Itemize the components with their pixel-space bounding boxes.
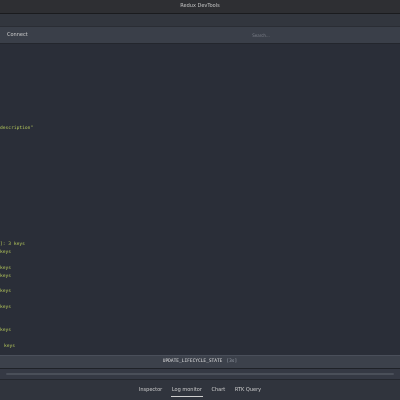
toolbar: Connect	[0, 27, 400, 44]
connect-button[interactable]: Connect	[4, 30, 31, 40]
tab-rtk-query[interactable]: RTK Query	[234, 380, 262, 400]
slider-track[interactable]	[6, 373, 394, 375]
tab-inspector[interactable]: Inspector	[138, 380, 163, 400]
top-strip	[0, 14, 400, 27]
code-line: ]: 3 keys	[0, 242, 25, 247]
code-line: keys	[0, 289, 12, 294]
window-titlebar: Redux DevTools	[0, 0, 400, 14]
action-name: UPDATE_LIFECYCLE_STATE	[162, 359, 223, 364]
code-line: keys	[4, 344, 16, 349]
action-time: [3s]	[226, 359, 238, 364]
code-line: keys	[0, 328, 12, 333]
code-line: keys	[0, 266, 12, 271]
code-line: keys	[0, 274, 12, 279]
monitor-tabs: Inspector Log monitor Chart RTK Query	[0, 380, 400, 400]
tab-log-monitor[interactable]: Log monitor	[170, 384, 203, 397]
code-line: description"	[0, 126, 34, 131]
window-title: Redux DevTools	[180, 3, 220, 9]
search-input[interactable]	[200, 30, 322, 40]
devtools-window: Redux DevTools Connect description" ]: 3…	[0, 0, 400, 400]
slider-bar	[0, 369, 400, 380]
log-content[interactable]: description" ]: 3 keys keys keys keys ke…	[0, 44, 400, 355]
code-line: keys	[0, 250, 12, 255]
code-line: keys	[0, 305, 12, 310]
tab-chart[interactable]: Chart	[211, 380, 227, 400]
current-action-bar: UPDATE_LIFECYCLE_STATE [3s]	[0, 355, 400, 369]
